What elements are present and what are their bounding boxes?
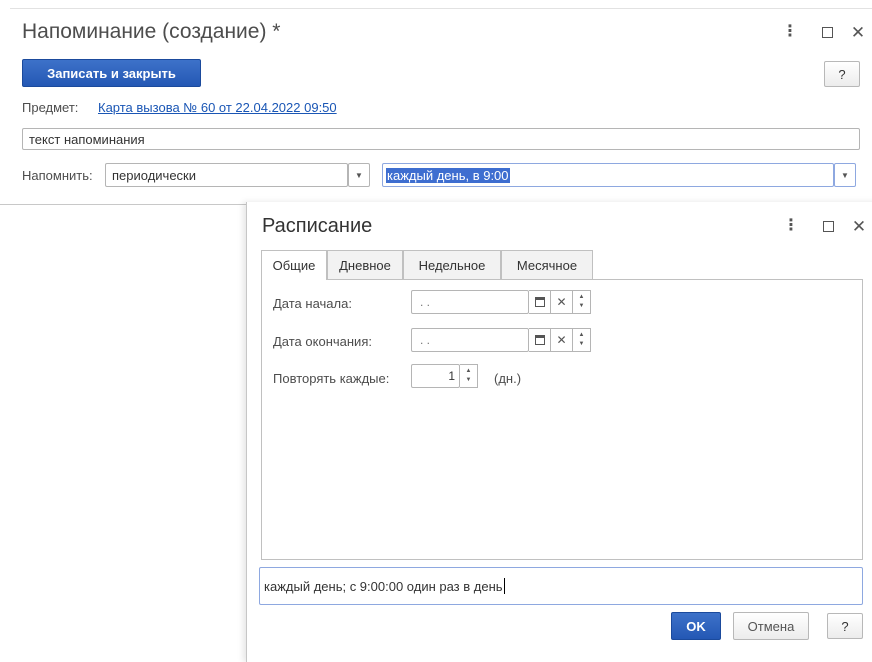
help-button[interactable]: ? bbox=[827, 613, 863, 639]
spinner-icon[interactable]: ▲ ▼ bbox=[460, 364, 478, 388]
close-icon[interactable]: ✕ bbox=[848, 20, 868, 44]
window-top-line bbox=[10, 8, 872, 9]
tab-daily[interactable]: Дневное bbox=[327, 250, 403, 279]
remind-label: Напомнить: bbox=[22, 168, 93, 183]
spinner-icon[interactable]: ▲ ▼ bbox=[573, 328, 591, 352]
schedule-summary-text: каждый день; с 9:00:00 один раз в день bbox=[264, 578, 503, 594]
tab-monthly[interactable]: Месячное bbox=[501, 250, 593, 279]
close-icon[interactable]: ✕ bbox=[849, 214, 869, 238]
help-button[interactable]: ? bbox=[824, 61, 860, 87]
repeat-unit-label: (дн.) bbox=[494, 371, 522, 386]
reminder-window: Напоминание (создание) * ⋮ ✕ Записать и … bbox=[0, 0, 872, 205]
subject-label: Предмет: bbox=[22, 100, 79, 115]
schedule-dialog: Расписание ⋮ ✕ Общие Дневное Недельное М… bbox=[246, 202, 872, 662]
chevron-down-icon[interactable]: ▼ bbox=[348, 163, 370, 187]
calendar-icon[interactable] bbox=[529, 290, 551, 314]
start-date-label: Дата начала: bbox=[273, 296, 352, 311]
tab-panel-general: Дата начала: . . ✕ ▲ ▼ Дата окончания: . … bbox=[261, 279, 863, 560]
reminder-text-input[interactable]: текст напоминания bbox=[22, 128, 860, 150]
maximize-icon[interactable] bbox=[817, 20, 837, 44]
cancel-button[interactable]: Отмена bbox=[733, 612, 809, 640]
clear-icon[interactable]: ✕ bbox=[551, 290, 573, 314]
ok-button[interactable]: OK bbox=[671, 612, 721, 640]
repeat-count-input[interactable]: 1 bbox=[411, 364, 460, 388]
window-title: Напоминание (создание) * bbox=[22, 20, 281, 43]
clear-icon[interactable]: ✕ bbox=[551, 328, 573, 352]
tab-general[interactable]: Общие bbox=[261, 250, 327, 280]
remind-mode-select[interactable]: периодически bbox=[105, 163, 348, 187]
end-date-input[interactable]: . . bbox=[411, 328, 529, 352]
spinner-icon[interactable]: ▲ ▼ bbox=[573, 290, 591, 314]
tab-weekly[interactable]: Недельное bbox=[403, 250, 501, 279]
schedule-summary-input[interactable]: каждый день; с 9:00:00 один раз в день bbox=[259, 567, 863, 605]
chevron-down-icon[interactable]: ▼ bbox=[834, 163, 856, 187]
schedule-input[interactable]: каждый день, в 9:00 bbox=[382, 163, 834, 187]
more-vertical-icon[interactable]: ⋮ bbox=[780, 20, 800, 44]
start-date-input[interactable]: . . bbox=[411, 290, 529, 314]
save-and-close-button[interactable]: Записать и закрыть bbox=[22, 59, 201, 87]
end-date-label: Дата окончания: bbox=[273, 334, 372, 349]
more-vertical-icon[interactable]: ⋮ bbox=[781, 214, 801, 238]
subject-link[interactable]: Карта вызова № 60 от 22.04.2022 09:50 bbox=[98, 100, 337, 115]
schedule-value-text: каждый день, в 9:00 bbox=[386, 167, 510, 183]
dialog-title: Расписание bbox=[262, 215, 373, 237]
calendar-icon[interactable] bbox=[529, 328, 551, 352]
repeat-label: Повторять каждые: bbox=[273, 371, 390, 386]
maximize-icon[interactable] bbox=[818, 214, 838, 238]
text-caret bbox=[503, 578, 505, 594]
